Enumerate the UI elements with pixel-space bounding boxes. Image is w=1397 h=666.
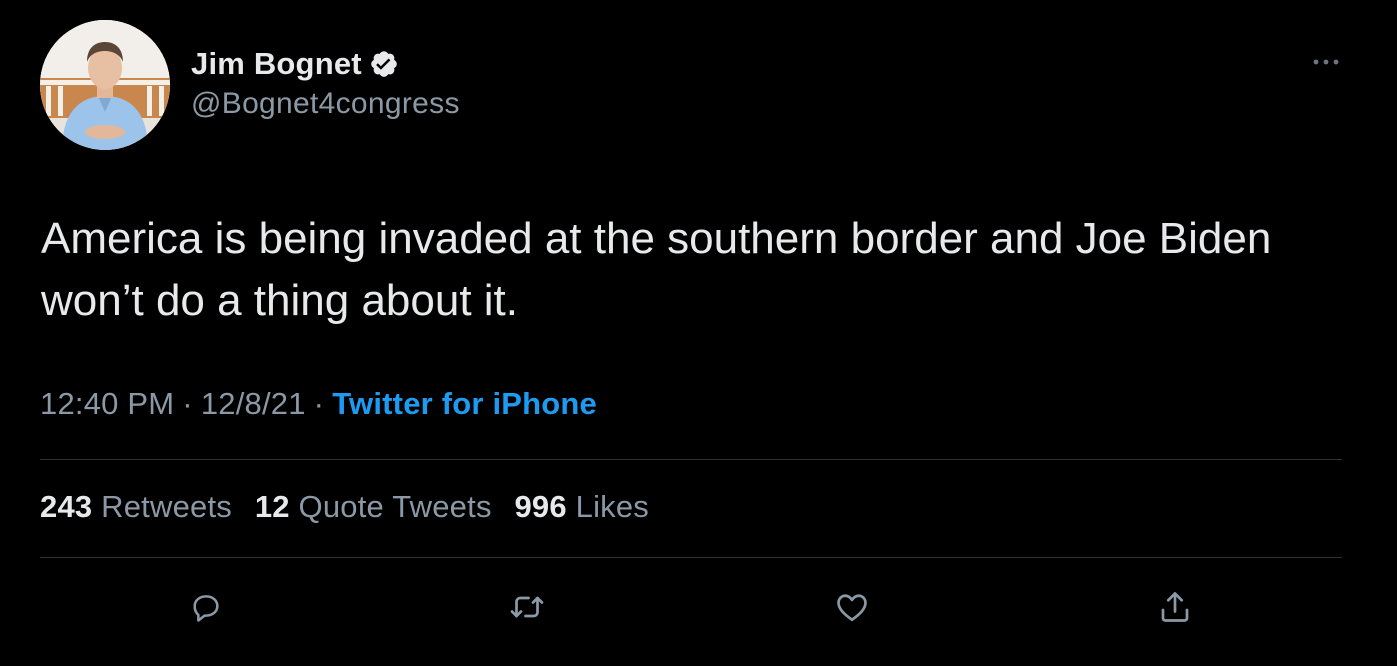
quote-tweets-stat[interactable]: 12 Quote Tweets — [255, 489, 492, 524]
tweet-time[interactable]: 12:40 PM — [40, 386, 174, 421]
meta-separator: · — [182, 386, 193, 421]
retweets-label: Retweets — [101, 489, 232, 524]
quote-tweets-label: Quote Tweets — [298, 489, 492, 524]
quote-tweets-count: 12 — [254, 489, 290, 524]
author-info: Jim Bognet @Bognet4congress — [191, 44, 460, 121]
retweets-stat[interactable]: 243 Retweets — [40, 489, 232, 524]
reply-icon[interactable] — [184, 585, 228, 629]
verified-badge-icon — [369, 49, 399, 79]
tweet-metadata: 12:40 PM · 12/8/21 · Twitter for iPhone — [40, 386, 597, 422]
tweet-detail: Jim Bognet @Bognet4congress America is b… — [0, 0, 1397, 666]
retweets-count: 243 — [40, 489, 93, 524]
more-horizontal-icon[interactable] — [1306, 50, 1346, 74]
divider — [40, 459, 1342, 460]
tweet-text: America is being invaded at the southern… — [41, 214, 1272, 325]
likes-label: Likes — [575, 489, 649, 524]
engagement-stats: 243 Retweets 12 Quote Tweets 996 Likes — [40, 489, 663, 525]
retweet-icon[interactable] — [505, 585, 549, 629]
share-icon[interactable] — [1153, 585, 1197, 629]
tweet-date[interactable]: 12/8/21 — [201, 386, 306, 421]
avatar-photo — [40, 20, 170, 150]
avatar[interactable] — [40, 20, 170, 150]
handle[interactable]: @Bognet4congress — [191, 87, 460, 121]
likes-stat[interactable]: 996 Likes — [514, 489, 649, 524]
display-name[interactable]: Jim Bognet — [191, 46, 362, 82]
likes-count: 996 — [514, 489, 567, 524]
meta-separator: · — [313, 386, 325, 421]
tweet-source-link[interactable]: Twitter for iPhone — [332, 386, 597, 421]
divider — [40, 557, 1342, 558]
heart-icon[interactable] — [830, 585, 874, 629]
